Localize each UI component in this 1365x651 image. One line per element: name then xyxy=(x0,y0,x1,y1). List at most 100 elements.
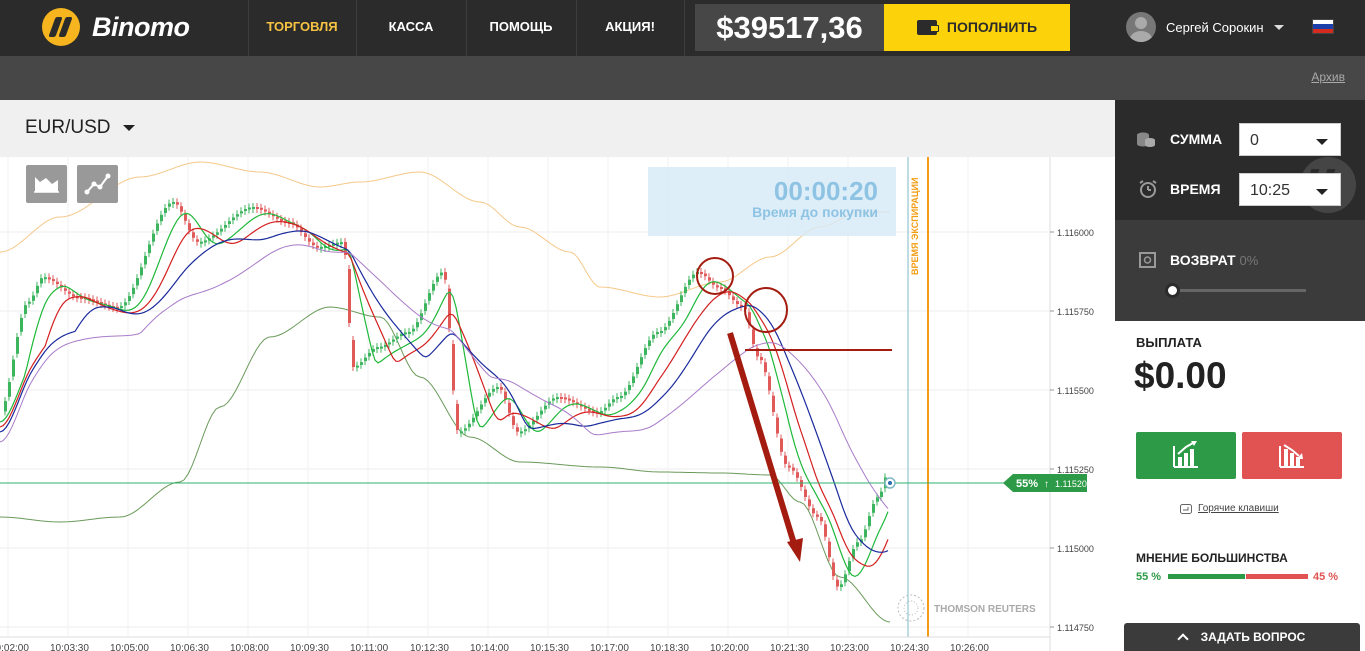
coins-icon xyxy=(1137,132,1155,147)
candle-body xyxy=(464,428,467,431)
avatar xyxy=(1126,12,1156,42)
flag-russia-icon[interactable] xyxy=(1312,19,1334,34)
nav-help[interactable]: ПОМОЩЬ xyxy=(466,0,576,56)
timer-value: 00:00:20 xyxy=(773,176,878,206)
time-select[interactable]: 10:25 xyxy=(1239,173,1341,206)
candle-body xyxy=(4,401,7,412)
candle-body xyxy=(132,287,135,295)
deposit-button[interactable]: ПОПОЛНИТЬ xyxy=(884,4,1070,51)
x-axis-ticks: 10:02:00 10:03:30 10:05:00 10:06:30 10:08:00… xyxy=(0,636,1050,651)
y-tick-label: 1.115500 xyxy=(1057,386,1094,396)
candle-body xyxy=(168,203,171,207)
candle-body xyxy=(256,207,259,209)
candle-body xyxy=(348,269,351,323)
deposit-label: ПОПОЛНИТЬ xyxy=(946,19,1038,35)
candle-body xyxy=(612,399,615,403)
indicators-button[interactable] xyxy=(77,165,118,203)
candle-body xyxy=(824,524,827,537)
candle-body xyxy=(840,584,843,587)
candle-body xyxy=(804,489,807,497)
candle-body xyxy=(160,214,163,222)
ask-question-button[interactable]: ЗАДАТЬ ВОПРОС xyxy=(1124,623,1360,651)
candle-body xyxy=(28,301,31,304)
candle-body xyxy=(264,209,267,212)
x-tick-label: 10:11:00 xyxy=(350,643,389,651)
account-balance[interactable]: $39517,36 xyxy=(695,4,884,51)
candle-body xyxy=(16,337,19,354)
thomson-reuters-logo-icon xyxy=(903,600,919,616)
nav-promo[interactable]: АКЦИЯ! xyxy=(576,0,684,56)
candle-body xyxy=(540,410,543,415)
candle-body xyxy=(760,357,763,361)
candle-body xyxy=(500,387,503,390)
candle-body xyxy=(356,365,359,368)
refund-slider-handle[interactable] xyxy=(1165,283,1180,298)
candle-body xyxy=(220,228,223,232)
y-tick-label: 1.115750 xyxy=(1057,307,1094,317)
payout-value: $0.00 xyxy=(1134,355,1227,396)
candle-body xyxy=(232,217,235,221)
candle-body xyxy=(632,376,635,383)
majority-opinion-label: МНЕНИЕ БОЛЬШИНСТВА xyxy=(1136,551,1288,565)
chart-type-button[interactable] xyxy=(26,165,67,203)
candle-body xyxy=(868,516,871,527)
candle-body xyxy=(204,240,207,243)
annotation-arrow-shaft xyxy=(727,332,798,548)
safe-icon xyxy=(1139,252,1156,268)
asset-selector[interactable]: EUR/USD xyxy=(25,117,135,139)
candle-body xyxy=(404,332,407,335)
candle-body xyxy=(524,429,527,432)
candle-body xyxy=(752,329,755,344)
candle-body xyxy=(376,347,379,350)
candle-body xyxy=(432,283,435,291)
candle-body xyxy=(136,278,139,286)
user-menu[interactable]: Сергей Сорокин xyxy=(1126,12,1284,42)
candle-body xyxy=(828,541,831,558)
candle-body xyxy=(664,327,667,331)
x-tick-label: 10:09:30 xyxy=(290,643,329,651)
nav-divider xyxy=(684,0,685,56)
nav-cashier[interactable]: КАССА xyxy=(356,0,466,56)
majority-up-bar xyxy=(1168,574,1245,579)
badge-price: 1.115205 xyxy=(1055,479,1092,489)
candle-body xyxy=(316,245,319,248)
candle-body xyxy=(436,276,439,282)
candle-body xyxy=(120,306,123,309)
candle-body xyxy=(56,281,59,284)
alarm-clock-icon xyxy=(1139,180,1157,198)
candle-body xyxy=(512,416,515,425)
candle-body xyxy=(792,467,795,471)
x-tick-label: 10:20:00 xyxy=(710,643,749,651)
y-tick-label: 1.116000 xyxy=(1057,228,1094,238)
brand-logo[interactable]: Binomo xyxy=(42,8,190,46)
candle-body xyxy=(144,255,147,265)
candle-body xyxy=(836,579,839,587)
x-tick-label: 10:15:30 xyxy=(530,643,569,651)
put-down-button[interactable] xyxy=(1242,432,1342,479)
call-up-button[interactable] xyxy=(1136,432,1236,479)
asset-bar: EUR/USD xyxy=(0,100,1115,157)
x-tick-label: 10:23:00 xyxy=(830,643,869,651)
refund-slider-track[interactable] xyxy=(1170,289,1306,292)
candle-body xyxy=(772,395,775,412)
candle-body xyxy=(656,332,659,335)
candle-body xyxy=(640,357,643,365)
x-tick-label: 10:08:00 xyxy=(230,643,269,651)
price-chart[interactable]: ВРЕМЯ ЭКСПИРАЦИИ 1.116000 1.115750 1.11550… xyxy=(0,157,1115,651)
candle-body xyxy=(460,431,463,434)
candle-body xyxy=(216,232,219,235)
nav-trading[interactable]: ТОРГОВЛЯ xyxy=(248,0,356,56)
candlestick-series xyxy=(4,198,887,591)
chevron-down-icon xyxy=(1316,189,1328,195)
x-tick-label: 10:18:30 xyxy=(650,643,689,651)
candle-body xyxy=(20,317,23,332)
candle-body xyxy=(244,209,247,211)
candle-body xyxy=(768,376,771,391)
hotkeys-link[interactable]: Горячие клавиши xyxy=(1180,503,1279,514)
x-tick-label: 10:14:00 xyxy=(470,643,509,651)
archive-link[interactable]: Архив xyxy=(1311,70,1345,84)
candle-body xyxy=(240,211,243,214)
candle-body xyxy=(816,514,819,517)
amount-select[interactable]: 0 xyxy=(1239,123,1341,156)
candle-body xyxy=(568,398,571,401)
